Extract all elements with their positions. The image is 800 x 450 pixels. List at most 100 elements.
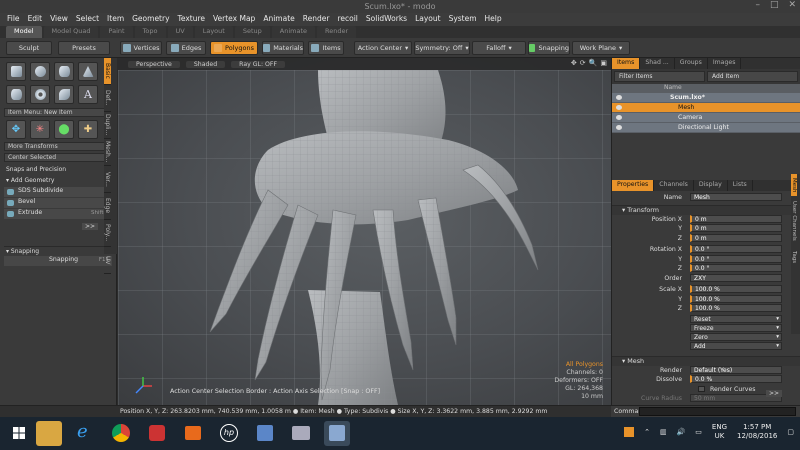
perspective-view-dropdown[interactable]: Perspective [128,60,180,68]
menu-select[interactable]: Select [72,13,103,26]
cylinder-tool-button[interactable] [54,62,74,81]
center-selected-dropdown[interactable]: Center Selected▾ [4,153,112,162]
materials-button[interactable]: Materials [262,41,304,55]
rotate-view-icon[interactable]: ⟳ [580,59,586,67]
menu-geometry[interactable]: Geometry [128,13,173,26]
position-x-field[interactable]: 0 m [690,214,782,223]
snaps-section[interactable]: Snaps and Precision [4,166,112,175]
modo-app-icon[interactable] [144,421,170,446]
position-y-field[interactable]: 0 m [690,224,782,232]
menu-texture[interactable]: Texture [174,13,209,26]
3d-viewport[interactable]: Perspective Shaded Ray GL: OFF ✥ ⟳ 🔍 ▣ A… [118,58,611,405]
internet-explorer-icon[interactable]: e [72,421,98,446]
calculator-icon[interactable] [252,421,278,446]
zoom-icon[interactable]: 🔍 [589,59,598,67]
shading-mode-dropdown[interactable]: Shaded [185,60,226,68]
close-button[interactable]: ✕ [788,0,796,10]
pan-icon[interactable]: ✥ [571,59,577,67]
side-tab-mesh-props[interactable]: Mesh [791,174,797,196]
capsule-tool-button[interactable] [6,85,26,104]
tab-setup[interactable]: Setup [234,26,270,38]
sphere-tool-button[interactable] [30,62,50,81]
mesh-section[interactable]: ▾ Mesh [612,355,800,366]
position-z-field[interactable]: 0 m [690,233,782,242]
menu-item[interactable]: Item [103,13,128,26]
freeze-button[interactable]: Freeze ▾ [690,323,782,332]
text-tool-button[interactable]: A [78,85,98,104]
menu-render[interactable]: Render [299,13,334,26]
sculpt-button[interactable]: Sculpt [6,41,52,55]
render-curves-checkbox[interactable] [698,385,705,392]
tab-model[interactable]: Model [6,26,42,38]
maximize-button[interactable]: □ [770,0,779,10]
dissolve-field[interactable]: 0.0 % [690,375,782,383]
item-row-mesh[interactable]: Mesh [612,103,800,113]
action-center-dropdown[interactable]: Action Center ▾ [354,41,412,55]
tab-shader-tree[interactable]: Shad ... [640,58,675,69]
menu-view[interactable]: View [46,13,72,26]
menu-system[interactable]: System [445,13,481,26]
transform-tool-button[interactable]: ✚ [78,120,98,139]
menu-recoil[interactable]: recoil [333,13,361,26]
vertices-button[interactable]: Vertices [120,41,162,55]
rotation-z-field[interactable]: 0.0 ° [690,264,782,272]
item-row-camera[interactable]: Camera [612,113,800,123]
side-tab-basic[interactable]: Basic [104,58,111,85]
side-tab-mesh[interactable]: Mesh... [104,139,111,166]
work-plane-dropdown[interactable]: Work Plane ▾ [572,41,630,55]
tab-items[interactable]: Items [612,58,641,69]
ray-gl-toggle[interactable]: Ray GL: OFF [231,60,286,68]
snapping-toggle[interactable]: Snapping [528,41,570,55]
start-button[interactable] [6,421,32,446]
tab-lists[interactable]: Lists [728,180,753,191]
item-row-scene[interactable]: Scum.lxo* [612,93,800,103]
render-dropdown[interactable]: Default (Yes) [690,365,782,374]
tray-app-icon[interactable] [624,427,635,437]
minimize-button[interactable]: – [755,0,760,10]
rotate-tool-button[interactable]: ✳ [30,120,50,139]
rotation-x-field[interactable]: 0.0 ° [690,245,782,253]
snapping-section[interactable]: ▾ Snapping [4,246,112,255]
more-properties-button[interactable]: >> [765,390,782,397]
side-tab-deform[interactable]: Def... [104,85,111,112]
modo-running-icon[interactable] [324,421,350,446]
items-button[interactable]: Items [308,41,344,55]
polygons-button[interactable]: Polygons [210,41,258,55]
add-geometry-section[interactable]: ▾ Add Geometry [4,177,112,186]
order-dropdown[interactable]: ZXY [690,273,782,282]
menu-solidworks[interactable]: SolidWorks [362,13,411,26]
more-transforms-dropdown[interactable]: More Transforms▾ [4,142,112,151]
tab-paint[interactable]: Paint [100,26,133,38]
bevel-button[interactable]: BevelB [4,198,112,208]
sds-subdivide-button[interactable]: SDS SubdivideD [4,187,112,197]
side-tab-user-channels[interactable]: User Channels [791,196,797,246]
tab-properties[interactable]: Properties [612,180,655,191]
menu-layout[interactable]: Layout [411,13,445,26]
visibility-eye-icon[interactable] [616,105,622,110]
side-tab-vertex[interactable]: Ver... [104,166,111,193]
presets-button[interactable]: Presets [58,41,110,55]
side-tab-tags[interactable]: Tags [791,246,797,268]
edges-button[interactable]: Edges [166,41,206,55]
visibility-eye-icon[interactable] [616,95,622,100]
tab-animate[interactable]: Animate [271,26,316,38]
tab-model-quad[interactable]: Model Quad [43,26,99,38]
falloff-dropdown[interactable]: Falloff ▾ [472,41,526,55]
filter-items-dropdown[interactable]: Filter Items [614,71,705,82]
hp-icon[interactable]: hp [216,421,242,446]
scale-z-field[interactable]: 100.0 % [690,304,782,312]
more-tools-button[interactable]: >> [81,223,98,230]
rotation-y-field[interactable]: 0.0 ° [690,254,782,263]
pen-tool-button[interactable] [54,85,74,104]
media-player-icon[interactable] [180,421,206,446]
command-input[interactable] [639,407,796,416]
network-icon[interactable]: ▥ [660,428,667,437]
mesh-hand-model[interactable] [118,70,611,405]
torus-tool-button[interactable] [30,85,50,104]
clock[interactable]: 1:57 PM 12/08/2016 [737,423,777,441]
tab-images[interactable]: Images [708,58,742,69]
volume-icon[interactable]: 🔊 [677,428,686,437]
tab-topo[interactable]: Topo [134,26,166,38]
window-app-icon[interactable] [288,421,314,446]
zero-button[interactable]: Zero ▾ [690,332,782,341]
